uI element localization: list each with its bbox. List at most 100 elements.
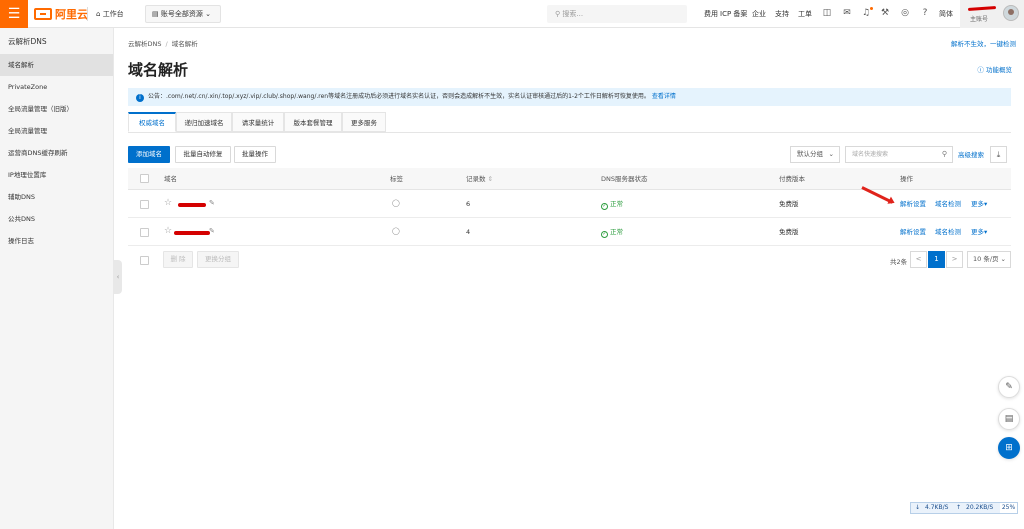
plan-version: 免费版: [779, 200, 799, 208]
nav-enterprise[interactable]: 企业: [752, 0, 766, 28]
table-header: 域名 标签 记录数 ⇕ DNS服务器状态 付费版本 操作: [128, 168, 1011, 190]
download-icon[interactable]: ⤓: [990, 146, 1007, 163]
feature-overview-link[interactable]: ⓘ 功能概览: [977, 64, 1012, 74]
workbench-link[interactable]: ⌂ 工作台: [96, 0, 124, 28]
apps-grid-icon[interactable]: ⊞: [998, 437, 1020, 459]
group-select[interactable]: 默认分组 ⌄: [790, 146, 840, 163]
tag-icon[interactable]: ◯: [392, 227, 400, 235]
nav-ticket[interactable]: 工单: [798, 0, 812, 28]
page-button[interactable]: 1: [928, 251, 945, 268]
notification-dot: [870, 7, 873, 10]
chevron-down-icon: ⌄: [828, 150, 834, 158]
dns-status: ✓ 正常: [601, 190, 623, 218]
caret-down-icon: ▾: [984, 200, 988, 208]
user-menu[interactable]: 主账号: [960, 0, 1024, 28]
search-icon[interactable]: ⚲: [942, 147, 947, 162]
nav-billing[interactable]: 费用: [704, 0, 718, 28]
resolution-check-link[interactable]: 解析不生效，一键检测: [951, 38, 1016, 48]
change-group-button[interactable]: 更换分组: [197, 251, 239, 268]
global-search-input[interactable]: ⚲ 搜索...: [547, 5, 687, 23]
upload-arrow-icon: ↓: [915, 504, 921, 511]
upload-speed: 4.7KB/S: [925, 504, 949, 511]
star-icon[interactable]: ☆: [164, 226, 172, 236]
select-all-checkbox[interactable]: [140, 174, 149, 183]
advanced-search-link[interactable]: 高级搜索: [958, 149, 984, 159]
breadcrumb-item[interactable]: 云解析DNS: [128, 40, 162, 48]
cpu-percent: 25%: [1000, 503, 1017, 513]
edit-icon[interactable]: ✎: [209, 199, 215, 207]
chat-icon[interactable]: ▤: [998, 408, 1020, 430]
sidebar-title: 云解析DNS: [8, 37, 47, 46]
add-domain-button[interactable]: 添加域名: [128, 146, 170, 163]
sidebar-item-gtm-legacy[interactable]: 全局流量管理（旧版）: [0, 98, 113, 120]
sidebar-item-dns-cache-refresh[interactable]: 运营商DNS缓存刷新: [0, 142, 113, 164]
sidebar-item-ip-geo[interactable]: IP地理位置库: [0, 164, 113, 186]
footer-select-all-checkbox[interactable]: [140, 256, 149, 265]
sidebar-item-public-dns[interactable]: 公共DNS: [0, 208, 113, 230]
column-header-records[interactable]: 记录数 ⇕: [466, 168, 493, 190]
page-title: 域名解析: [128, 61, 189, 79]
batch-auto-repair-button[interactable]: 批量自动修复: [175, 146, 231, 163]
domain-check-link[interactable]: 域名检测: [935, 190, 961, 218]
sidebar-item-operation-log[interactable]: 操作日志: [0, 230, 113, 252]
avatar[interactable]: [1003, 5, 1019, 21]
sidebar-item-domain-resolution[interactable]: 域名解析: [0, 54, 113, 76]
row-checkbox[interactable]: [140, 228, 149, 237]
more-actions-dropdown[interactable]: 更多▾: [971, 190, 987, 218]
sidebar-item-secondary-dns[interactable]: 辅助DNS: [0, 186, 113, 208]
resolve-settings-link[interactable]: 解析设置: [900, 218, 926, 246]
aliyun-logo[interactable]: 阿里云: [34, 6, 88, 22]
tab-request-stats[interactable]: 请求量统计: [232, 112, 284, 132]
sidebar-collapse-handle[interactable]: ‹: [114, 260, 122, 294]
nav-icp[interactable]: ICP 备案: [720, 0, 747, 28]
account-selector[interactable]: ▤ 账号全部资源 ⌄: [145, 5, 221, 23]
dns-status: ✓ 正常: [601, 218, 623, 246]
tab-authoritative-domains[interactable]: 权威域名: [128, 112, 176, 132]
batch-operation-button[interactable]: 批量操作: [234, 146, 276, 163]
announcement-details-link[interactable]: 查看详情: [652, 93, 676, 100]
cloud-shell-icon[interactable]: ◫: [822, 8, 832, 18]
feature-overview-label: 功能概览: [986, 66, 1012, 74]
resolve-settings-link[interactable]: 解析设置: [900, 190, 926, 218]
aliyun-logo-mark: [34, 8, 52, 20]
tab-more-services[interactable]: 更多服务: [342, 112, 386, 132]
tabs-underline: [128, 132, 1011, 133]
more-actions-dropdown[interactable]: 更多▾: [971, 218, 987, 246]
breadcrumb: 云解析DNS / 域名解析: [128, 40, 198, 48]
tab-plan-management[interactable]: 版本套餐管理: [284, 112, 342, 132]
download-speed: 20.2KB/S: [966, 504, 994, 511]
next-page-button[interactable]: >: [946, 251, 963, 268]
cart-icon[interactable]: ⚒: [880, 8, 890, 18]
sort-icon: ⇕: [487, 175, 494, 183]
redacted-domain-name[interactable]: [178, 203, 206, 207]
prev-page-button[interactable]: <: [910, 251, 927, 268]
pagination-total: 共2条: [890, 258, 908, 266]
dns-status-label: 正常: [610, 228, 623, 236]
message-icon[interactable]: ✉: [842, 8, 852, 18]
column-header-domain: 域名: [164, 175, 177, 183]
column-header-plan: 付费版本: [779, 175, 805, 183]
lightbulb-icon[interactable]: ◎: [900, 8, 910, 18]
delete-button[interactable]: 删 除: [163, 251, 193, 268]
page-size-select[interactable]: 10 条/页 ⌄: [967, 251, 1011, 268]
sidebar-item-gtm[interactable]: 全局流量管理: [0, 120, 113, 142]
row-checkbox[interactable]: [140, 200, 149, 209]
network-speed-widget: ↓ 4.7KB/S ↑ 20.2KB/S 25%: [910, 502, 1018, 514]
edit-feedback-icon[interactable]: ✎: [998, 376, 1020, 398]
sidebar-item-privatezone[interactable]: PrivateZone: [0, 76, 113, 98]
domain-check-link[interactable]: 域名检测: [935, 218, 961, 246]
tag-icon[interactable]: ◯: [392, 199, 400, 207]
top-navigation-bar: ☰ 阿里云 ⌂ 工作台 ▤ 账号全部资源 ⌄ ⚲ 搜索... 费用 ICP 备案…: [0, 0, 1024, 28]
tab-recursive-acceleration[interactable]: 递归加速域名: [176, 112, 232, 132]
edit-icon[interactable]: ✎: [209, 227, 215, 235]
domain-search-input[interactable]: 域名快速搜索 ⚲: [845, 146, 953, 163]
language-switch[interactable]: 简体: [939, 0, 953, 28]
hamburger-icon[interactable]: ☰: [0, 0, 28, 28]
help-icon[interactable]: ?: [920, 8, 930, 18]
star-icon[interactable]: ☆: [164, 198, 172, 208]
user-role: 主账号: [970, 16, 989, 23]
nav-support[interactable]: 支持: [775, 0, 789, 28]
redacted-domain-name[interactable]: [174, 231, 210, 235]
workbench-label: 工作台: [102, 10, 124, 18]
info-icon: i: [136, 94, 144, 102]
